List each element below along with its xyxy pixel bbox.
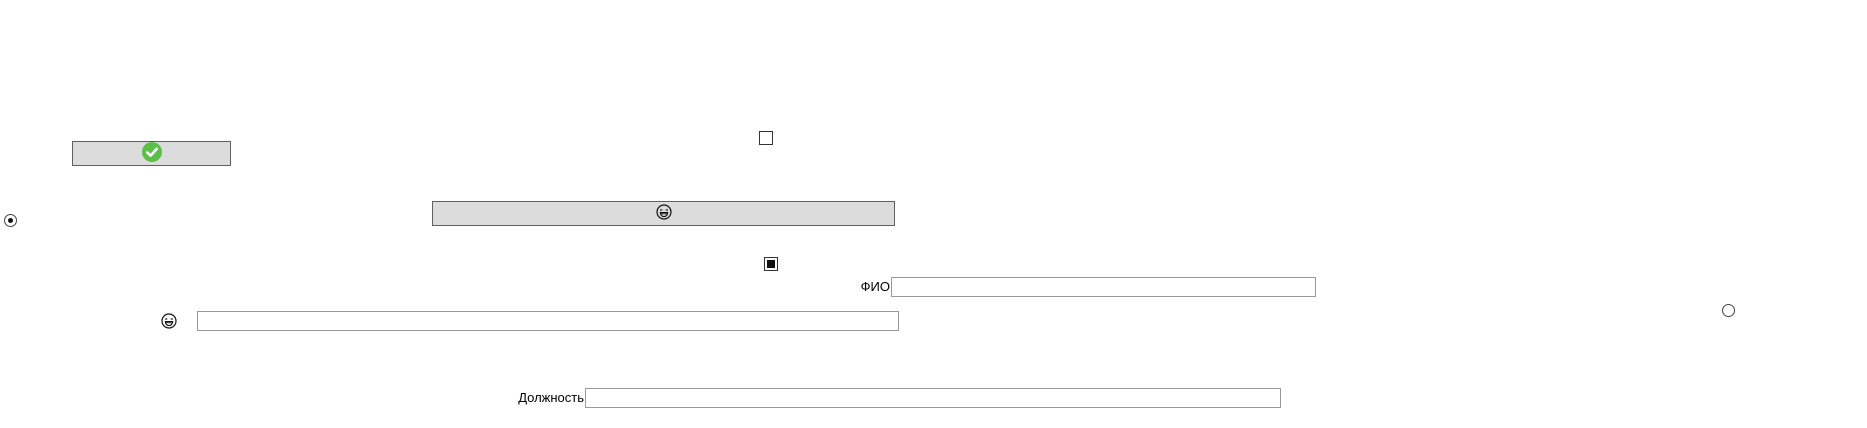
fio-label: ФИО — [860, 279, 890, 294]
emoji-input[interactable] — [197, 311, 899, 331]
laughing-face-icon — [655, 204, 672, 223]
checkbox-top[interactable] — [759, 131, 773, 145]
checkbox-middle[interactable] — [764, 257, 778, 271]
fio-input[interactable] — [891, 277, 1316, 297]
check-circle-icon — [141, 142, 162, 165]
radio-right[interactable] — [1722, 304, 1735, 317]
emoji-button[interactable] — [432, 201, 895, 226]
position-label: Должность — [518, 390, 584, 405]
confirm-button[interactable] — [72, 141, 231, 166]
laughing-face-icon — [161, 313, 177, 332]
position-input[interactable] — [585, 388, 1281, 408]
radio-left[interactable] — [4, 214, 17, 227]
